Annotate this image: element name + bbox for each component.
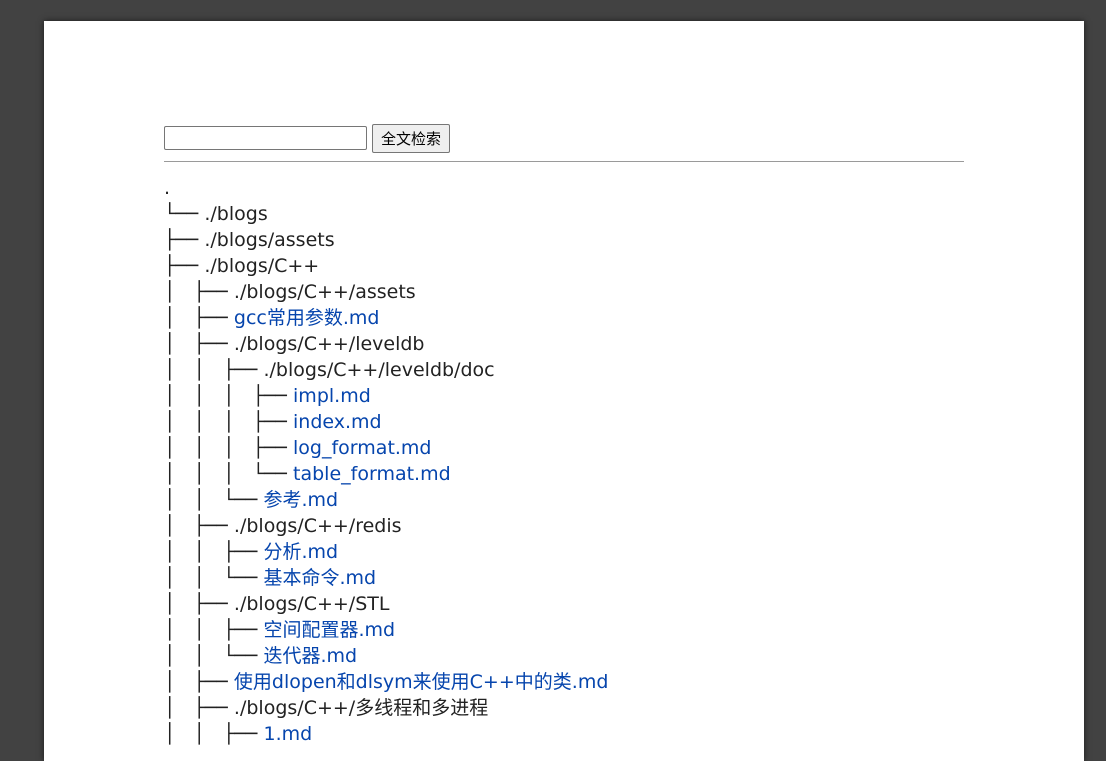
tree-dir-row: │ ├── ./blogs/C++/多线程和多进程 bbox=[164, 695, 964, 721]
tree-file-link[interactable]: 迭代器.md bbox=[263, 645, 357, 667]
tree-branch-prefix: │ │ ├── bbox=[164, 359, 264, 381]
tree-branch-prefix: │ ├── bbox=[164, 671, 234, 693]
tree-file-row: │ │ │ ├── impl.md bbox=[164, 383, 964, 409]
tree-dir-row: ├── ./blogs/C++ bbox=[164, 253, 964, 279]
tree-dir-label: ./blogs/C++/assets bbox=[233, 281, 416, 303]
document-page: 全文检索 . └── ./blogs ├── ./blogs/assets ├── … bbox=[44, 21, 1084, 761]
tree-file-link[interactable]: 分析.md bbox=[263, 541, 338, 563]
tree-dir-label: ./blogs/C++/leveldb/doc bbox=[263, 359, 495, 381]
tree-branch-prefix: ├── bbox=[164, 255, 205, 277]
tree-dir-row: │ │ ├── ./blogs/C++/leveldb/doc bbox=[164, 357, 964, 383]
tree-file-row: │ │ └── 基本命令.md bbox=[164, 565, 964, 591]
tree-branch-prefix: │ │ ├── bbox=[164, 723, 264, 745]
tree-file-link[interactable]: index.md bbox=[293, 411, 382, 433]
tree-root-label: . bbox=[164, 177, 171, 199]
tree-file-row: │ │ ├── 分析.md bbox=[164, 539, 964, 565]
tree-file-link[interactable]: 参考.md bbox=[263, 489, 338, 511]
file-tree: . └── ./blogs ├── ./blogs/assets ├── ./blo… bbox=[164, 175, 964, 747]
tree-dir-row: │ ├── ./blogs/C++/assets bbox=[164, 279, 964, 305]
tree-dir-label: ./blogs/assets bbox=[204, 229, 335, 251]
tree-file-link[interactable]: 使用dlopen和dlsym来使用C++中的类.md bbox=[234, 671, 608, 693]
tree-branch-prefix: │ │ └── bbox=[164, 567, 264, 589]
tree-branch-prefix: │ │ │ ├── bbox=[164, 411, 294, 433]
divider bbox=[164, 161, 964, 162]
tree-file-link[interactable]: 空间配置器.md bbox=[263, 619, 395, 641]
search-bar: 全文检索 bbox=[164, 123, 964, 153]
tree-file-link[interactable]: 基本命令.md bbox=[263, 567, 376, 589]
tree-file-row: │ │ └── 迭代器.md bbox=[164, 643, 964, 669]
tree-dir-row: └── ./blogs bbox=[164, 201, 964, 227]
tree-branch-prefix: └── bbox=[164, 203, 205, 225]
tree-branch-prefix: │ │ │ └── bbox=[164, 463, 294, 485]
tree-branch-prefix: │ ├── bbox=[164, 333, 234, 355]
tree-dir-label: ./blogs/C++/STL bbox=[233, 593, 390, 615]
tree-dir-row: │ ├── ./blogs/C++/STL bbox=[164, 591, 964, 617]
tree-file-row: │ │ ├── 1.md bbox=[164, 721, 964, 747]
tree-branch-prefix: │ │ ├── bbox=[164, 619, 264, 641]
tree-dir-row: │ ├── ./blogs/C++/redis bbox=[164, 513, 964, 539]
tree-branch-prefix: │ │ └── bbox=[164, 489, 264, 511]
tree-root: . bbox=[164, 175, 964, 201]
tree-branch-prefix: │ │ ├── bbox=[164, 541, 264, 563]
tree-branch-prefix: ├── bbox=[164, 229, 205, 251]
tree-branch-prefix: │ │ │ ├── bbox=[164, 437, 294, 459]
tree-dir-row: │ ├── ./blogs/C++/leveldb bbox=[164, 331, 964, 357]
tree-dir-row: ├── ./blogs/assets bbox=[164, 227, 964, 253]
tree-file-link[interactable]: gcc常用参数.md bbox=[234, 307, 380, 329]
tree-branch-prefix: │ ├── bbox=[164, 593, 234, 615]
search-input[interactable] bbox=[164, 126, 367, 150]
tree-dir-label: ./blogs/C++ bbox=[204, 255, 320, 277]
tree-file-link[interactable]: table_format.md bbox=[293, 463, 451, 485]
tree-file-row: │ ├── gcc常用参数.md bbox=[164, 305, 964, 331]
tree-dir-label: ./blogs/C++/多线程和多进程 bbox=[233, 697, 489, 719]
tree-branch-prefix: │ │ └── bbox=[164, 645, 264, 667]
tree-dir-label: ./blogs/C++/redis bbox=[233, 515, 402, 537]
tree-branch-prefix: │ ├── bbox=[164, 281, 234, 303]
tree-file-link[interactable]: log_format.md bbox=[293, 437, 431, 459]
tree-branch-prefix: │ ├── bbox=[164, 515, 234, 537]
fulltext-search-button[interactable]: 全文检索 bbox=[372, 123, 451, 153]
tree-file-row: │ │ │ ├── index.md bbox=[164, 409, 964, 435]
tree-branch-prefix: │ ├── bbox=[164, 697, 234, 719]
tree-file-link[interactable]: impl.md bbox=[293, 385, 371, 407]
page-content: 全文检索 . └── ./blogs ├── ./blogs/assets ├── … bbox=[164, 123, 964, 747]
tree-file-row: │ │ ├── 空间配置器.md bbox=[164, 617, 964, 643]
tree-file-row: │ │ │ └── table_format.md bbox=[164, 461, 964, 487]
tree-dir-label: ./blogs bbox=[204, 203, 268, 225]
tree-dir-label: ./blogs/C++/leveldb bbox=[233, 333, 425, 355]
tree-file-row: │ │ └── 参考.md bbox=[164, 487, 964, 513]
tree-branch-prefix: │ │ │ ├── bbox=[164, 385, 294, 407]
tree-file-row: │ │ │ ├── log_format.md bbox=[164, 435, 964, 461]
tree-branch-prefix: │ ├── bbox=[164, 307, 234, 329]
tree-file-row: │ ├── 使用dlopen和dlsym来使用C++中的类.md bbox=[164, 669, 964, 695]
tree-file-link[interactable]: 1.md bbox=[263, 723, 312, 745]
